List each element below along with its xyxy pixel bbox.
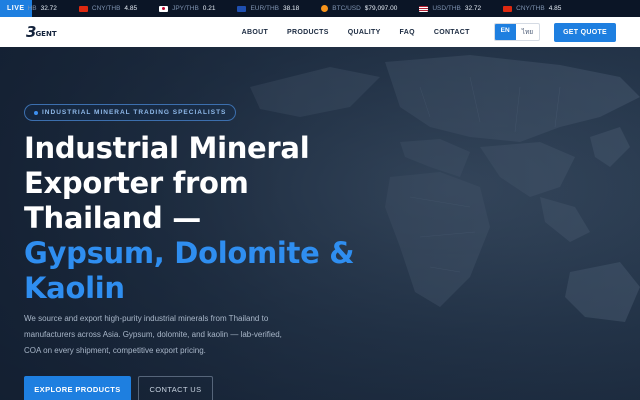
hero-title: Industrial Mineral Exporter from Thailan… <box>24 131 424 306</box>
ticker-pair: JPY/THB <box>172 5 199 12</box>
badge-text: INDUSTRIAL MINERAL TRADING SPECIALISTS <box>42 109 227 116</box>
ticker-item: EUR/THB 38.18 <box>237 5 299 12</box>
hero-title-accent: Gypsum, Dolomite & <box>24 236 355 270</box>
ticker-value: 32.72 <box>464 5 482 12</box>
lang-en-button[interactable]: EN <box>494 24 516 40</box>
ticker-pair: HB <box>27 5 37 12</box>
nav-contact[interactable]: CONTACT <box>434 29 470 36</box>
nav-products[interactable]: PRODUCTS <box>287 29 329 36</box>
china-flag-icon <box>503 5 513 12</box>
bitcoin-icon <box>321 5 329 12</box>
company-logo[interactable]: 3 GENT <box>26 24 57 40</box>
ticker-item: CNY/THB 4.85 <box>503 5 561 12</box>
hero-section: INDUSTRIAL MINERAL TRADING SPECIALISTS I… <box>0 47 640 400</box>
china-flag-icon <box>78 5 88 12</box>
nav-about[interactable]: ABOUT <box>242 29 268 36</box>
currency-ticker: LIVE HB 32.72 CNY/THB 4.85 JPY/THB 0.21 … <box>0 0 640 17</box>
ticker-item: JPY/THB 0.21 <box>159 5 215 12</box>
ticker-value: 4.85 <box>124 5 138 12</box>
ticker-value: 38.18 <box>282 5 300 12</box>
japan-flag-icon <box>159 5 169 12</box>
hero-description: We source and export high-purity industr… <box>24 314 282 355</box>
explore-products-button[interactable]: EXPLORE PRODUCTS <box>24 376 131 400</box>
badge-dot-icon <box>34 110 38 115</box>
ticker-track: HB 32.72 CNY/THB 4.85 JPY/THB 0.21 EUR/T… <box>28 5 584 12</box>
nav-quality[interactable]: QUALITY <box>348 29 381 36</box>
ticker-pair: CNY/THB <box>516 5 545 12</box>
ticker-pair: EUR/THB <box>250 5 279 12</box>
eu-flag-icon <box>237 5 247 12</box>
us-flag-icon <box>419 5 429 12</box>
ticker-item: HB 32.72 <box>28 5 57 12</box>
ticker-value: 0.21 <box>202 5 216 12</box>
ticker-pair: BTC/USD <box>332 5 361 12</box>
get-quote-button[interactable]: GET QUOTE <box>554 22 616 42</box>
hero-title-accent: Kaolin <box>24 271 125 305</box>
contact-us-button[interactable]: CONTACT US <box>138 376 213 400</box>
hero-title-line: Thailand — <box>24 201 201 235</box>
hero-badge: INDUSTRIAL MINERAL TRADING SPECIALISTS <box>24 104 237 121</box>
ticker-value: 32.72 <box>40 5 57 12</box>
language-switcher: EN ไทย <box>493 23 541 41</box>
ticker-pair: CNY/THB <box>91 5 121 12</box>
ticker-item: CNY/THB 4.85 <box>78 5 138 12</box>
logo-wordmark: GENT <box>35 29 57 38</box>
ticker-value: 4.85 <box>548 5 562 12</box>
ticker-item: USD/THB 32.72 <box>419 5 481 12</box>
ticker-item: BTC/USD $79,097.00 <box>321 5 397 12</box>
main-nav: ABOUT PRODUCTS QUALITY FAQ CONTACT <box>242 29 470 36</box>
hero-title-line: Industrial Mineral <box>24 131 310 165</box>
nav-faq[interactable]: FAQ <box>400 29 415 36</box>
hero-title-line: Exporter from <box>24 166 249 200</box>
ticker-pair: USD/THB <box>432 5 461 12</box>
lang-th-button[interactable]: ไทย <box>516 24 539 40</box>
site-header: 3 GENT ABOUT PRODUCTS QUALITY FAQ CONTAC… <box>0 17 640 47</box>
ticker-value: $79,097.00 <box>364 5 398 12</box>
